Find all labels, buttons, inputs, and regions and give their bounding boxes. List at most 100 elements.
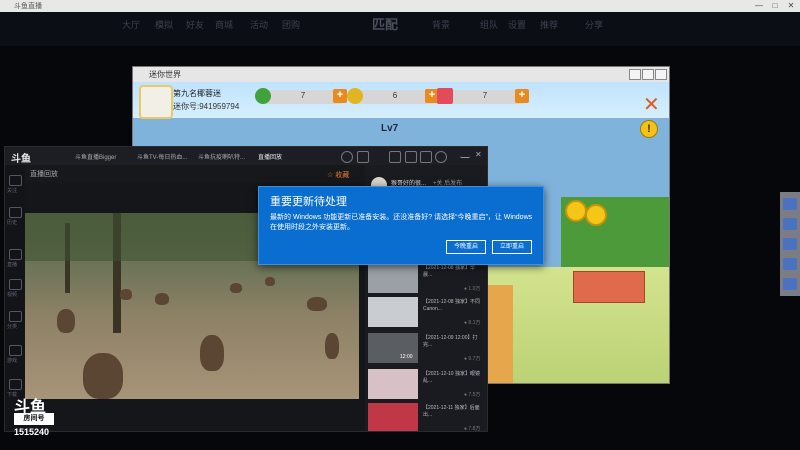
monkey [57, 309, 75, 333]
sunflower-icon [565, 200, 587, 222]
avatar[interactable] [139, 85, 173, 119]
nav-item-sim[interactable]: 模拟 [155, 18, 173, 31]
monkey [265, 277, 275, 286]
desktop-icon[interactable] [783, 238, 797, 250]
nav-item-team[interactable]: 组队 [480, 18, 498, 31]
nav-item-lobby[interactable]: 大厅 [122, 18, 140, 31]
maximize-button[interactable]: □ [768, 0, 782, 12]
category-icon[interactable] [9, 311, 22, 322]
game-close-button[interactable] [655, 69, 667, 80]
list-item[interactable]: 【2021-12-08 独家】不同Canon... ● 8.1万 [368, 297, 484, 327]
add-ticket-button[interactable]: + [515, 89, 529, 103]
nav-item-recommend[interactable]: 推荐 [540, 18, 558, 31]
shirt-icon[interactable] [405, 151, 417, 163]
follow-icon[interactable] [9, 175, 22, 186]
game-maximize-button[interactable] [642, 69, 654, 80]
related-views: ● 7.5万 [464, 392, 481, 398]
restart-now-button[interactable]: 立即重启 [492, 240, 532, 254]
related-views: ● 1.0万 [464, 286, 481, 292]
download-icon[interactable] [357, 151, 369, 163]
monkey [200, 335, 224, 371]
gear-icon[interactable] [435, 151, 447, 163]
side-label-history: 历史 [7, 220, 18, 226]
game-minimize-button[interactable] [629, 69, 641, 80]
message-icon[interactable] [420, 151, 432, 163]
room-label: 房间号 [14, 413, 54, 425]
resource-mini-coin: 6 + [347, 88, 439, 104]
close-icon[interactable]: ✕ [475, 150, 482, 159]
mini-coin-value: 6 [392, 91, 398, 100]
desktop-icon[interactable] [783, 258, 797, 270]
list-item[interactable]: 【2021-12-08 独家】早晨... ● 1.0万 [368, 263, 484, 293]
tab-home[interactable]: 斗鱼直播Bigger [75, 152, 116, 161]
related-title: 【2021-12-08 独家】早晨... [423, 265, 475, 278]
game-launcher-nav: 大厅 模拟 好友 商城 活动 团购 匹配 背景 组队 设置 推荐 分享 [0, 12, 800, 46]
close-button[interactable]: ✕ [784, 0, 798, 12]
monkey [120, 289, 132, 300]
nav-item-share[interactable]: 分享 [585, 18, 603, 31]
related-views: ● 9.7万 [464, 356, 481, 362]
nav-item-settings[interactable]: 设置 [508, 18, 526, 31]
outer-title: 斗鱼直播 [14, 3, 42, 10]
list-item[interactable]: 12:00 【2021-12-09 12:00】打完... ● 9.7万 [368, 333, 484, 363]
game-title: 迷你世界 [149, 70, 181, 79]
video-thumbnail [368, 403, 418, 431]
video-thumbnail [368, 369, 418, 399]
alert-icon[interactable]: ! [640, 120, 658, 138]
favorite-button[interactable]: ☆ 收藏 [327, 170, 349, 180]
sunflower-icon [585, 204, 607, 226]
tab-news[interactable]: 斗鱼TV-每日热血... [137, 152, 187, 161]
download-icon[interactable] [9, 379, 22, 390]
nav-item-friends[interactable]: 好友 [186, 18, 204, 31]
player-id: 迷你号:941959794 [173, 102, 240, 111]
brick-block [573, 271, 645, 303]
favorite-label: 收藏 [335, 172, 350, 179]
douyu-logo: 斗鱼 [11, 154, 31, 165]
related-views: ● 7.8万 [464, 426, 481, 432]
side-label-live: 直播 [7, 262, 18, 268]
tab-replay[interactable]: 直播回放 [258, 152, 282, 161]
minimize-icon[interactable] [460, 151, 470, 158]
nav-item-shop[interactable]: 商城 [215, 18, 233, 31]
related-title: 【2021-12-11 独家】后面出... [423, 405, 480, 418]
ticket-value: 7 [482, 91, 488, 100]
history-icon[interactable] [9, 207, 22, 218]
tab-promo[interactable]: 斗鱼抗疫喇叭特... [198, 152, 245, 161]
douyu-sidebar: 关注 历史 直播 视频 分类 游戏 下载 [5, 165, 25, 431]
nav-match[interactable]: 匹配 [372, 14, 398, 33]
side-label-game: 游戏 [7, 358, 18, 364]
game-titlebar: 迷你世界 [133, 67, 669, 82]
room-number: 1515240 [14, 427, 50, 437]
game-header: 第九名椰蓉迷 迷你号:941959794 7 + 6 + 7 + [133, 82, 669, 119]
minimize-button[interactable]: — [752, 0, 766, 12]
desktop-icon[interactable] [783, 218, 797, 230]
related-views: ● 8.1万 [464, 320, 481, 326]
dialog-title: 重要更新待处理 [270, 196, 347, 208]
breadcrumb[interactable]: 直播回放 [30, 169, 58, 179]
side-label-follow: 关注 [7, 188, 18, 194]
list-item[interactable]: 【2021-12-10 独家】眼镜乱... ● 7.5万 [368, 369, 484, 399]
monkey [83, 353, 123, 399]
mini-bean-value: 7 [300, 91, 306, 100]
nav-item-event[interactable]: 活动 [250, 18, 268, 31]
live-icon[interactable] [9, 249, 22, 260]
desktop-icon[interactable] [783, 278, 797, 290]
resource-mini-bean: 7 + [255, 88, 347, 104]
close-icon[interactable]: ✕ [643, 92, 660, 117]
add-mini-bean-button[interactable]: + [333, 89, 347, 103]
douyu-tabbar: 斗鱼 斗鱼直播Bigger 斗鱼TV-每日热血... 斗鱼抗疫喇叭特... 直播… [5, 147, 487, 165]
side-label-video: 视频 [7, 292, 18, 298]
nav-item-bg[interactable]: 背景 [432, 18, 450, 31]
nav-item-group[interactable]: 团购 [282, 18, 300, 31]
history-icon[interactable] [341, 151, 353, 163]
video-icon[interactable] [9, 279, 22, 290]
update-dialog: 重要更新待处理 最新的 Windows 功能更新已准备安装。还没准备好? 请选择… [258, 186, 544, 265]
restart-tonight-button[interactable]: 今晚重启 [446, 240, 486, 254]
game-icon[interactable] [9, 345, 22, 356]
dialog-body: 最新的 Windows 功能更新已准备安装。还没准备好? 请选择“今晚重启”，让… [270, 214, 533, 231]
desktop-icon[interactable] [783, 198, 797, 210]
gift-icon[interactable] [389, 151, 401, 163]
outer-titlebar: 斗鱼直播 — □ ✕ [0, 0, 800, 12]
player-level: Lv7 [381, 123, 399, 134]
list-item[interactable]: 【2021-12-11 独家】后面出... ● 7.8万 [368, 403, 484, 432]
